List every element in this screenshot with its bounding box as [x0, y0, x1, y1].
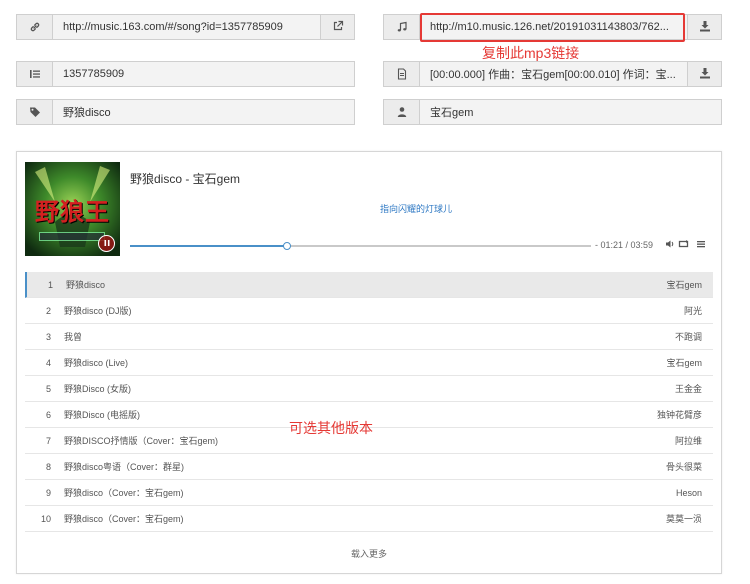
track-name: 野狼disco（Cover：宝石gem) [64, 514, 184, 524]
track-name: 野狼disco粤语（Cover：群星) [64, 462, 185, 472]
artist-field: 宝石gem [383, 99, 722, 125]
progress-fill [130, 245, 287, 247]
playlist-row[interactable]: 4 野狼disco (Live) 宝石gem [25, 350, 713, 376]
lyric-input[interactable]: [00:00.000] 作曲：宝石gem[00:00.010] 作词：宝... [420, 62, 687, 86]
download-icon [699, 20, 711, 35]
loop-button[interactable] [678, 240, 689, 251]
song-url-field: http://music.163.com/#/song?id=135778590… [16, 14, 355, 40]
download-mp3-button[interactable] [687, 15, 721, 39]
download-icon [699, 67, 711, 82]
progress-bar[interactable] [130, 242, 591, 250]
progress-knob[interactable] [282, 242, 291, 250]
cover-banner [39, 232, 105, 241]
playlist-row[interactable]: 2 野狼disco (DJ版) 阿光 [25, 298, 713, 324]
pause-button[interactable] [98, 235, 115, 252]
track-number: 9 [45, 487, 51, 498]
pause-icon [103, 238, 111, 250]
lyric-field: [00:00.000] 作曲：宝石gem[00:00.010] 作词：宝... [383, 61, 722, 87]
download-lyric-button[interactable] [687, 62, 721, 86]
song-id-input[interactable]: 1357785909 [53, 62, 354, 86]
track-number: 6 [45, 409, 51, 420]
track-artist: 不跑调 [674, 332, 702, 342]
current-lyric: 指向闪耀的灯球儿 [379, 204, 452, 214]
time-display: - 01:21 / 03:59 [595, 240, 654, 250]
cover-title: 野狼王 [35, 197, 110, 226]
playlist-row[interactable]: 1 野狼disco 宝石gem [25, 272, 713, 298]
playlist-menu-button[interactable] [695, 240, 706, 251]
track-artist: 宝石gem [666, 358, 702, 368]
mp3-url-input[interactable]: http://m10.music.126.net/20191031143803/… [420, 15, 687, 39]
track-artist: 宝石gem [666, 280, 702, 290]
track-name: 野狼disco (Live) [64, 358, 129, 368]
open-link-button[interactable] [320, 15, 354, 39]
track-name: 野狼disco [66, 280, 106, 290]
track-artist: 骨头很菜 [665, 462, 702, 472]
link-icon [17, 15, 53, 39]
track-name: 野狼Disco (女版) [64, 384, 131, 394]
mp3-url-field: http://m10.music.126.net/20191031143803/… [383, 14, 722, 40]
track-number: 10 [40, 513, 51, 524]
track-artist: 独钟花臂彦 [656, 410, 702, 420]
loop-icon [678, 239, 689, 252]
volume-button[interactable] [664, 240, 675, 251]
artist-input[interactable]: 宝石gem [420, 100, 721, 124]
playlist-row[interactable]: 5 野狼Disco (女版) 王金金 [25, 376, 713, 402]
user-icon [384, 100, 420, 124]
track-artist: 阿拉维 [674, 436, 702, 446]
track-artist: 阿光 [683, 306, 702, 316]
song-name-field: 野狼disco [16, 99, 355, 125]
track-number: 5 [45, 383, 51, 394]
list-icon [17, 62, 53, 86]
file-icon [384, 62, 420, 86]
track-number: 3 [45, 331, 51, 342]
track-name: 野狼disco (DJ版) [64, 306, 132, 316]
playlist-row[interactable]: 10 野狼disco（Cover：宝石gem) 莫莫一涢 [25, 506, 713, 532]
copy-mp3-annotation: 复制此mp3链接 [482, 45, 580, 61]
track-artist: Heson [675, 487, 702, 498]
track-name: 野狼disco（Cover：宝石gem) [64, 488, 184, 498]
playlist-row[interactable]: 8 野狼disco粤语（Cover：群星) 骨头很菜 [25, 454, 713, 480]
music-note-icon [384, 15, 420, 39]
load-more-button[interactable]: 载入更多 [17, 547, 721, 560]
track-number: 8 [45, 461, 51, 472]
song-url-input[interactable]: http://music.163.com/#/song?id=135778590… [53, 15, 320, 39]
album-cover: 野狼王 [25, 162, 120, 256]
volume-icon [665, 239, 675, 252]
track-number: 1 [47, 279, 53, 290]
music-player: 野狼王 野狼disco - 宝石gem 指向闪耀的灯球儿 - 01:21 / 0… [16, 151, 722, 574]
playlist-row[interactable]: 9 野狼disco（Cover：宝石gem) Heson [25, 480, 713, 506]
song-name-input[interactable]: 野狼disco [53, 100, 354, 124]
menu-icon [696, 239, 706, 252]
track-artist: 王金金 [674, 384, 702, 394]
track-number: 7 [45, 435, 51, 446]
track-artist: 莫莫一涢 [665, 514, 702, 524]
player-song-title: 野狼disco - 宝石gem [130, 172, 241, 186]
track-number: 2 [45, 305, 51, 316]
track-name: 我曾 [64, 332, 83, 342]
external-link-icon [332, 20, 344, 35]
playlist-row[interactable]: 3 我曾 不跑调 [25, 324, 713, 350]
other-versions-annotation: 可选其他版本 [289, 420, 373, 436]
playlist: 1 野狼disco 宝石gem 2 野狼disco (DJ版) 阿光 3 我曾 不跑调 4 野狼di… [25, 272, 713, 532]
tag-icon [17, 100, 53, 124]
track-number: 4 [45, 357, 51, 368]
song-id-field: 1357785909 [16, 61, 355, 87]
